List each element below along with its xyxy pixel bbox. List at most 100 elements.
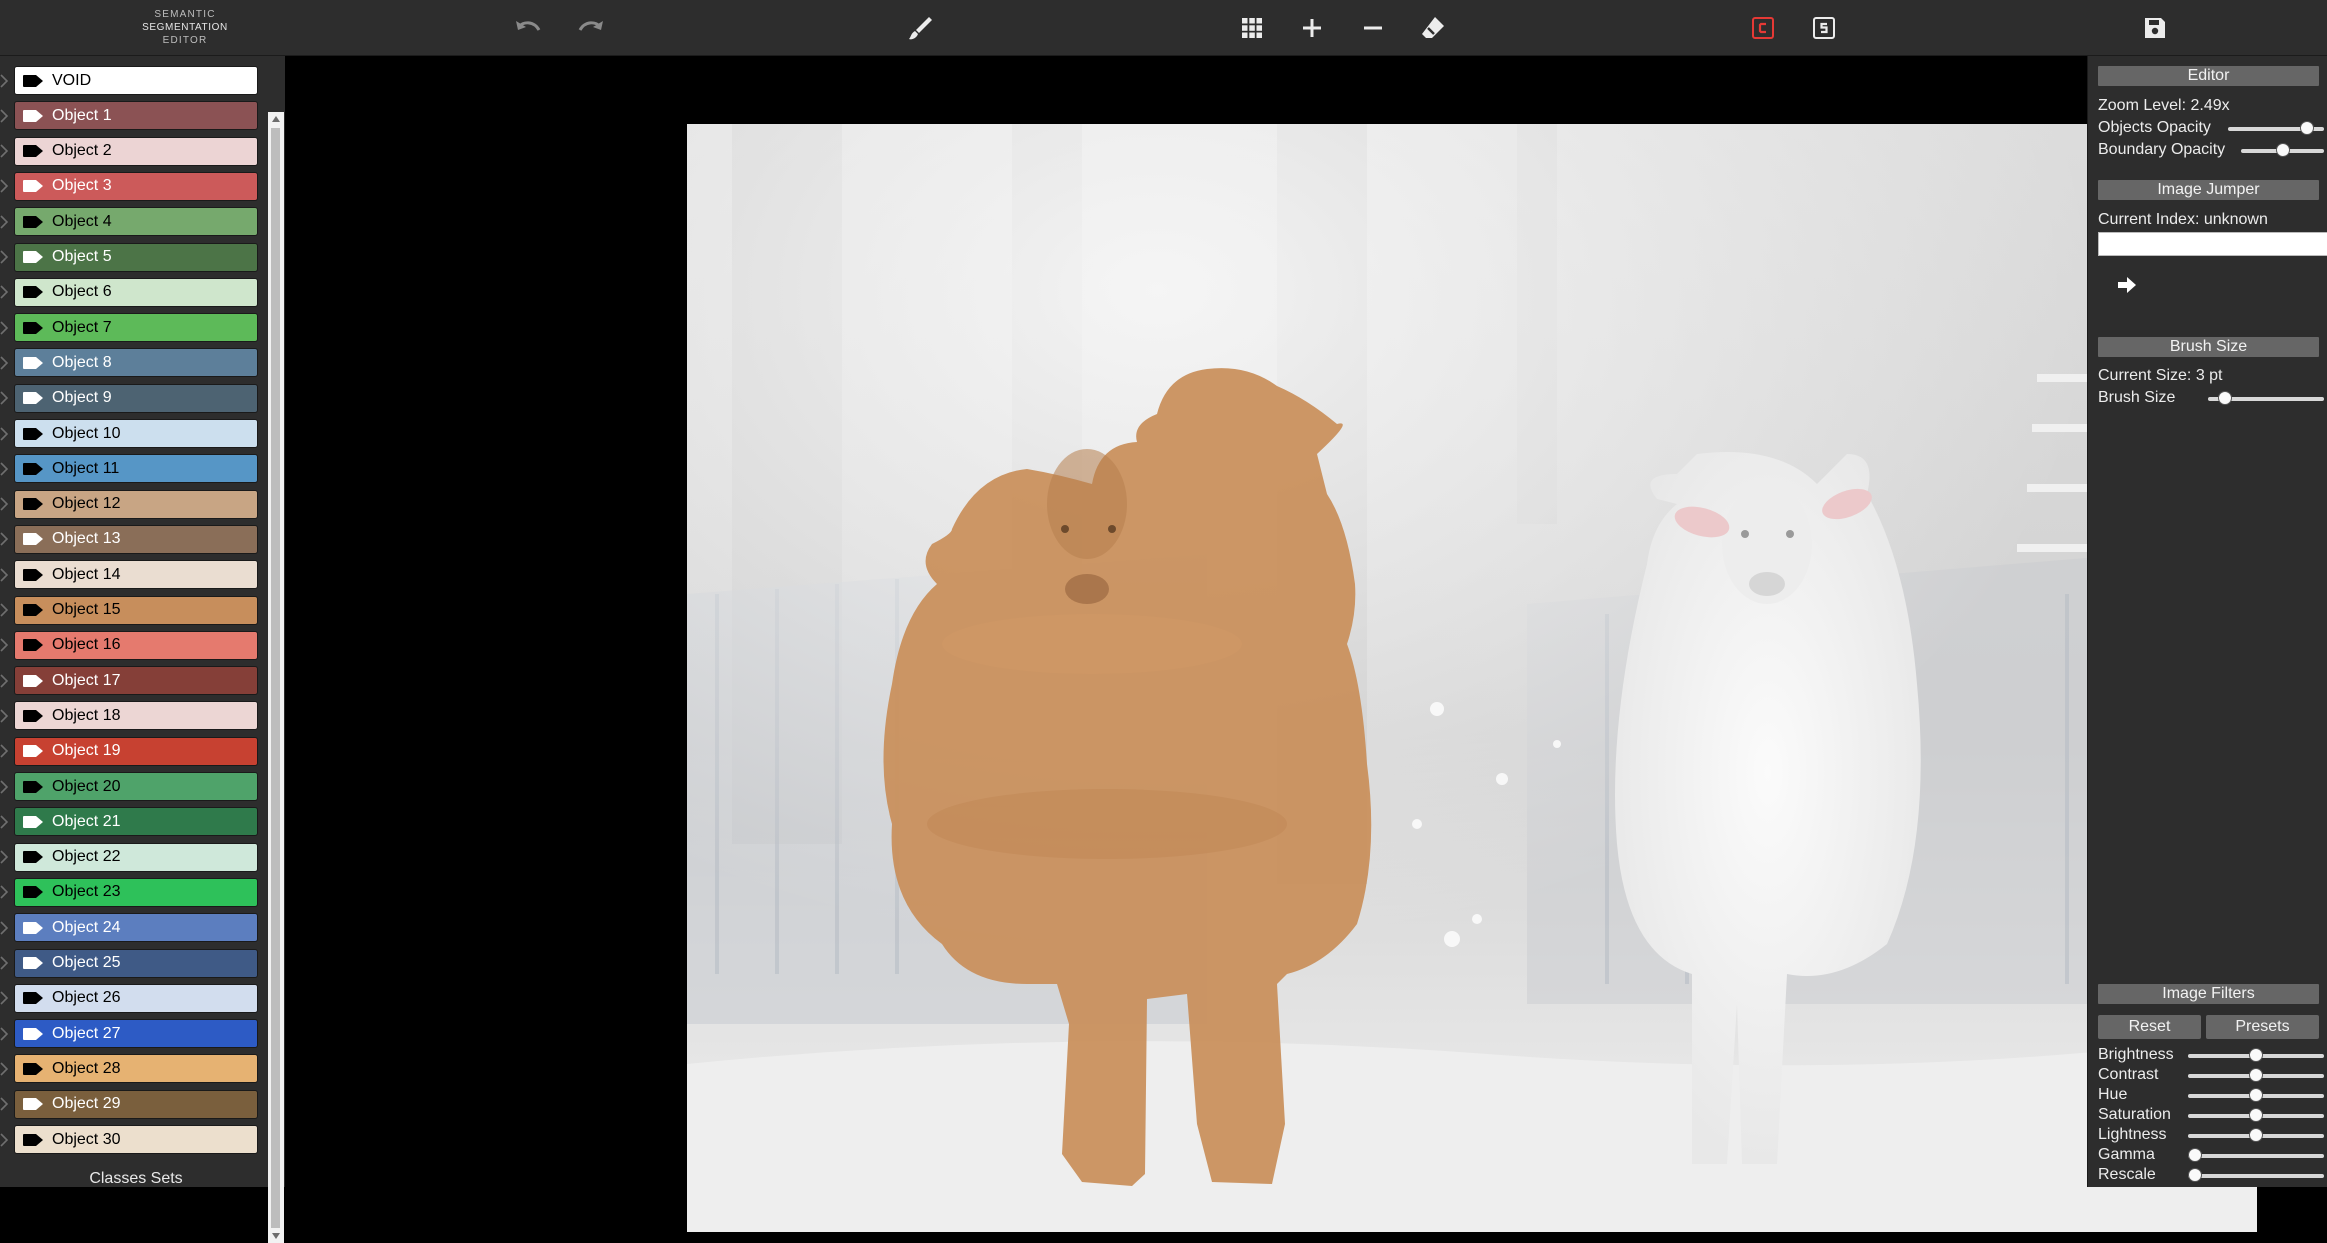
expand-arrow-icon[interactable] (0, 991, 9, 1005)
expand-arrow-icon[interactable] (0, 674, 9, 688)
filter-slider-rescale[interactable] (2188, 1168, 2324, 1182)
subtract-tool-button[interactable] (1356, 11, 1390, 45)
expand-arrow-icon[interactable] (0, 744, 9, 758)
c-mode-button[interactable] (1746, 11, 1780, 45)
expand-arrow-icon[interactable] (0, 850, 9, 864)
boundary-opacity-slider[interactable] (2241, 143, 2324, 157)
jump-button[interactable] (2116, 274, 2142, 300)
redo-button[interactable] (573, 11, 607, 45)
expand-arrow-icon[interactable] (0, 1097, 9, 1111)
grid-tool-button[interactable] (1235, 11, 1269, 45)
s-mode-button[interactable] (1807, 11, 1841, 45)
brush-size-handle[interactable] (2218, 391, 2233, 405)
class-item[interactable]: Object 4 (14, 207, 258, 237)
class-item[interactable]: Object 1 (14, 101, 258, 131)
filter-slider-gamma[interactable] (2188, 1148, 2324, 1162)
filter-slider-handle[interactable] (2249, 1108, 2263, 1122)
filter-slider-hue[interactable] (2188, 1088, 2324, 1102)
filter-slider-brightness[interactable] (2188, 1048, 2324, 1062)
class-item[interactable]: Object 5 (14, 242, 258, 272)
class-item[interactable]: Object 22 (14, 842, 258, 872)
class-item[interactable]: Object 29 (14, 1089, 258, 1119)
filter-slider-handle[interactable] (2249, 1088, 2263, 1102)
class-item[interactable]: Object 16 (14, 630, 258, 660)
filter-slider-contrast[interactable] (2188, 1068, 2324, 1082)
expand-arrow-icon[interactable] (0, 215, 9, 229)
filter-slider-handle[interactable] (2249, 1128, 2263, 1142)
class-item[interactable]: Object 30 (14, 1125, 258, 1154)
expand-arrow-icon[interactable] (0, 426, 9, 441)
class-item[interactable]: Object 20 (14, 772, 258, 801)
reset-filters-button[interactable]: Reset (2098, 1015, 2201, 1039)
expand-arrow-icon[interactable] (0, 603, 9, 617)
expand-arrow-icon[interactable] (0, 391, 9, 405)
class-list-scrollbar[interactable] (268, 112, 284, 1243)
brush-size-slider[interactable] (2208, 391, 2324, 405)
class-item[interactable]: Object 7 (14, 313, 258, 343)
expand-arrow-icon[interactable] (0, 1027, 9, 1041)
expand-arrow-icon[interactable] (0, 568, 9, 582)
scroll-down-icon[interactable] (272, 1233, 280, 1239)
classes-sets-label[interactable]: Classes Sets (14, 1170, 258, 1188)
expand-arrow-icon[interactable] (0, 815, 9, 829)
class-item[interactable]: Object 9 (14, 383, 258, 413)
add-tool-button[interactable] (1295, 11, 1329, 45)
expand-arrow-icon[interactable] (0, 1132, 9, 1147)
expand-arrow-icon[interactable] (0, 73, 9, 88)
filter-slider-handle[interactable] (2188, 1168, 2202, 1182)
brush-tool-button[interactable] (903, 11, 937, 45)
expand-arrow-icon[interactable] (0, 956, 9, 970)
boundary-opacity-handle[interactable] (2275, 143, 2290, 157)
class-item[interactable]: Object 25 (14, 948, 258, 978)
class-item[interactable]: VOID (14, 66, 258, 95)
image-canvas[interactable] (687, 124, 2257, 1232)
expand-arrow-icon[interactable] (0, 179, 9, 193)
filter-slider-lightness[interactable] (2188, 1128, 2324, 1142)
expand-arrow-icon[interactable] (0, 356, 9, 370)
class-item[interactable]: Object 11 (14, 454, 258, 484)
expand-arrow-icon[interactable] (0, 779, 9, 794)
eraser-tool-button[interactable] (1416, 11, 1450, 45)
class-item[interactable]: Object 15 (14, 595, 258, 625)
expand-arrow-icon[interactable] (0, 709, 9, 723)
class-item[interactable]: Object 28 (14, 1054, 258, 1084)
class-item[interactable]: Object 8 (14, 348, 258, 378)
class-item[interactable]: Object 6 (14, 277, 258, 307)
class-item[interactable]: Object 17 (14, 666, 258, 696)
class-item[interactable]: Object 21 (14, 807, 258, 837)
filter-slider-handle[interactable] (2249, 1048, 2263, 1062)
expand-arrow-icon[interactable] (0, 1062, 9, 1076)
class-item[interactable]: Object 19 (14, 736, 258, 766)
filter-slider-handle[interactable] (2249, 1068, 2263, 1082)
expand-arrow-icon[interactable] (0, 885, 9, 899)
class-item[interactable]: Object 13 (14, 524, 258, 554)
class-item[interactable]: Object 10 (14, 419, 258, 448)
objects-opacity-handle[interactable] (2300, 121, 2315, 135)
expand-arrow-icon[interactable] (0, 462, 9, 476)
filter-slider-saturation[interactable] (2188, 1108, 2324, 1122)
image-index-input[interactable] (2098, 232, 2327, 256)
expand-arrow-icon[interactable] (0, 497, 9, 511)
class-item[interactable]: Object 23 (14, 877, 258, 907)
class-item[interactable]: Object 26 (14, 983, 258, 1013)
save-button[interactable] (2138, 11, 2172, 45)
expand-arrow-icon[interactable] (0, 638, 9, 652)
scrollbar-thumb[interactable] (271, 128, 280, 1228)
expand-arrow-icon[interactable] (0, 250, 9, 264)
class-item[interactable]: Object 3 (14, 171, 258, 201)
class-item[interactable]: Object 27 (14, 1019, 258, 1049)
undo-button[interactable] (512, 11, 546, 45)
class-item[interactable]: Object 18 (14, 701, 258, 731)
expand-arrow-icon[interactable] (0, 921, 9, 935)
class-item[interactable]: Object 24 (14, 913, 258, 943)
class-item[interactable]: Object 12 (14, 489, 258, 519)
expand-arrow-icon[interactable] (0, 144, 9, 158)
expand-arrow-icon[interactable] (0, 532, 9, 546)
class-item[interactable]: Object 2 (14, 136, 258, 166)
expand-arrow-icon[interactable] (0, 321, 9, 335)
presets-button[interactable]: Presets (2206, 1015, 2319, 1039)
scroll-up-icon[interactable] (272, 116, 280, 122)
filter-slider-handle[interactable] (2188, 1148, 2202, 1162)
expand-arrow-icon[interactable] (0, 109, 9, 123)
objects-opacity-slider[interactable] (2228, 121, 2324, 135)
